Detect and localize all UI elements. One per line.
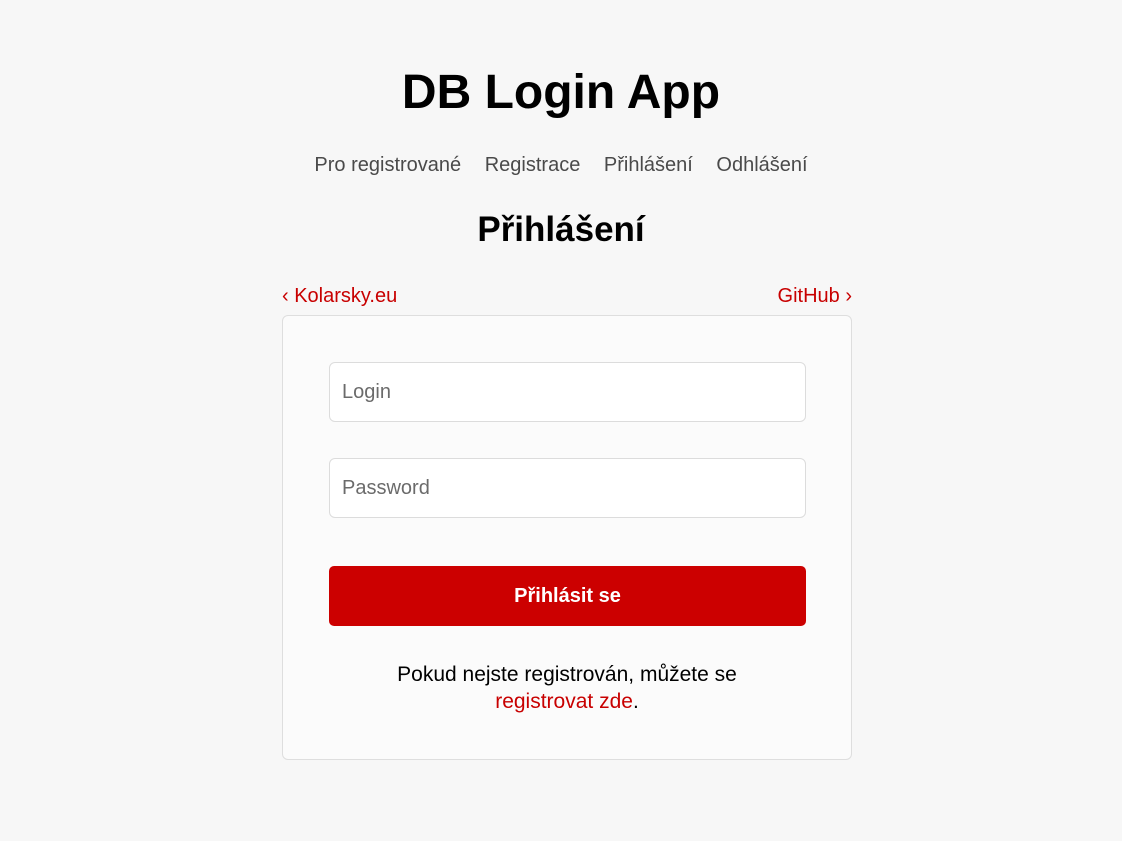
github-link[interactable]: GitHub › [778,282,852,310]
register-note-suffix: . [632,690,639,713]
main-nav: Pro registrované Registrace Přihlášení O… [0,151,1122,179]
app-title: DB Login App [401,66,721,119]
nav-item-pro-registrovane[interactable]: Pro registrované [314,154,461,176]
external-links: ‹ Kolarsky.eu GitHub › [282,282,852,310]
login-card: Přihlásit se Pokud nejste registrován, m… [282,315,852,760]
kolarsky-link[interactable]: ‹ Kolarsky.eu [282,282,397,310]
register-link[interactable]: registrovat zde [495,690,633,713]
register-note: Pokud nejste registrován, můžete se regi… [283,661,851,715]
login-button[interactable]: Přihlásit se [329,566,806,626]
nav-item-registrace[interactable]: Registrace [485,154,581,176]
nav-item-prihlaseni[interactable]: Přihlášení [604,154,693,176]
login-input[interactable] [329,362,806,422]
password-input[interactable] [329,458,806,518]
nav-item-odhlaseni[interactable]: Odhlášení [716,154,807,176]
page-title: Přihlášení [477,210,645,249]
register-note-text: Pokud nejste registrován, můžete se [397,663,737,686]
